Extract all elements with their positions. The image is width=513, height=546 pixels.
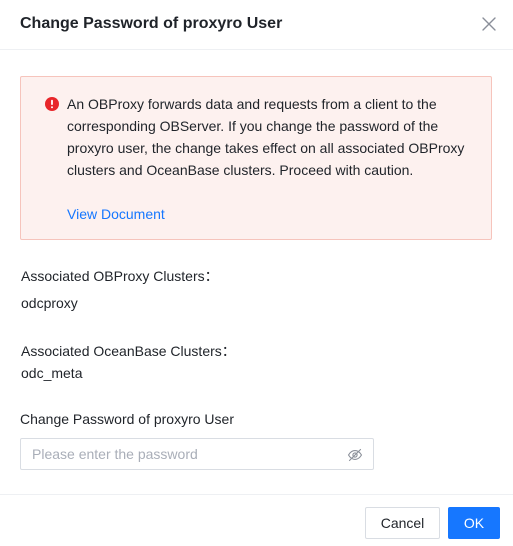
view-document-link[interactable]: View Document [67, 203, 165, 225]
eye-invisible-icon[interactable] [347, 447, 363, 463]
error-circle-icon [45, 97, 59, 111]
password-label: Change Password of proxyro User [20, 411, 234, 427]
close-icon[interactable] [478, 13, 500, 35]
warning-alert: An OBProxy forwards data and requests fr… [20, 76, 492, 240]
alert-message: An OBProxy forwards data and requests fr… [67, 96, 465, 178]
obproxy-clusters-value: odcproxy [21, 295, 78, 311]
password-input[interactable] [32, 439, 332, 469]
password-field[interactable] [20, 438, 374, 470]
ok-button[interactable]: OK [448, 507, 500, 539]
obproxy-clusters-label: Associated OBProxy Clusters： [21, 268, 219, 284]
dialog-title: Change Password of proxyro User [20, 15, 283, 32]
change-password-dialog: Change Password of proxyro User An OBPro… [0, 0, 513, 546]
oceanbase-clusters-value: odc_meta [21, 365, 83, 381]
dialog-header: Change Password of proxyro User [0, 0, 513, 50]
cancel-button[interactable]: Cancel [365, 507, 440, 539]
oceanbase-clusters-label: Associated OceanBase Clusters： [21, 343, 236, 359]
dialog-footer: Cancel OK [0, 494, 513, 546]
